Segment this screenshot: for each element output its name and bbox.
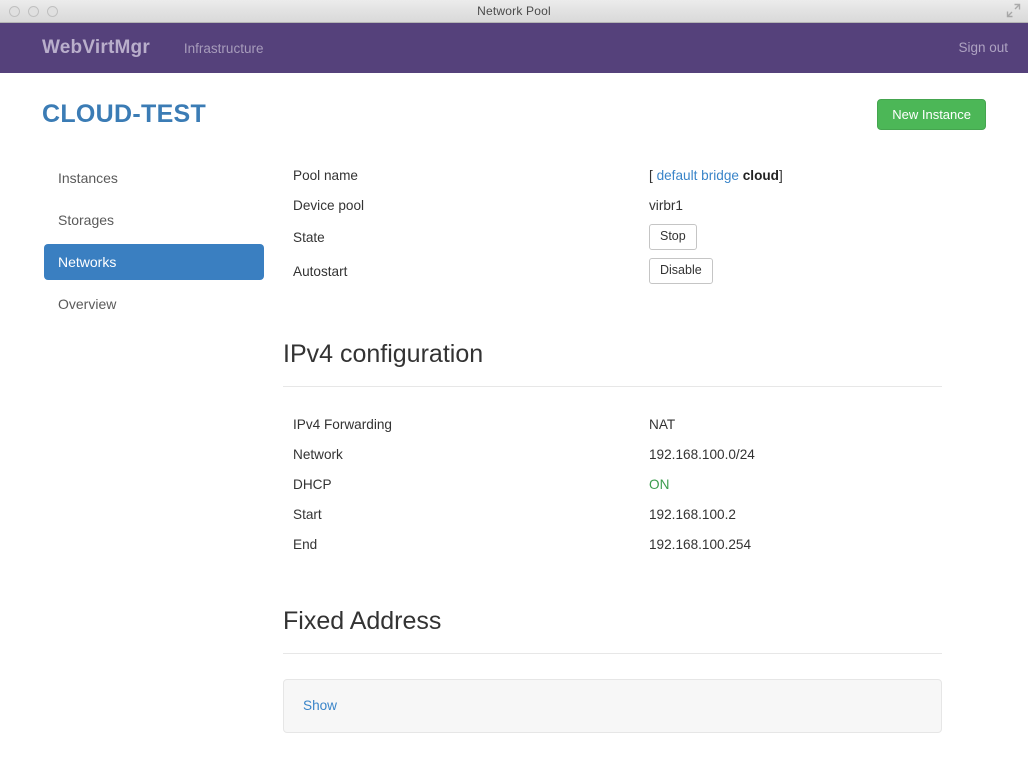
bracket-close: ]: [778, 167, 783, 183]
sidebar-nav: Instances Storages Networks Overview: [42, 160, 264, 733]
dhcp-value: ON: [649, 476, 670, 492]
page-title: CLOUD-TEST: [42, 100, 207, 128]
bracket-open: [: [649, 167, 653, 183]
row-ipv4-forwarding: IPv4 Forwarding NAT: [283, 409, 942, 439]
network-label: Network: [293, 446, 343, 462]
pool-name-value: [ default bridge cloud]: [649, 168, 783, 183]
autostart-label: Autostart: [293, 263, 348, 279]
sidebar-item-overview[interactable]: Overview: [44, 286, 264, 322]
stop-button[interactable]: Stop: [649, 224, 697, 250]
device-pool-label: Device pool: [293, 197, 365, 213]
default-bridge-link[interactable]: default bridge: [657, 168, 739, 183]
window-minimize-button[interactable]: [28, 5, 39, 17]
row-state: State Stop: [283, 220, 942, 254]
window-zoom-button[interactable]: [47, 5, 58, 17]
window-controls: [0, 5, 58, 17]
fixed-address-heading: Fixed Address: [283, 607, 442, 635]
navbar-right: Sign out: [958, 39, 1008, 57]
state-value: Stop: [649, 224, 697, 250]
sidebar-item-instances[interactable]: Instances: [44, 160, 264, 196]
sign-out-link[interactable]: Sign out: [958, 40, 1008, 55]
pool-name-cloud: cloud: [742, 167, 779, 183]
page-body: Instances Storages Networks Overview Poo…: [42, 160, 986, 733]
window-titlebar: Network Pool: [0, 0, 1028, 23]
top-navbar: WebVirtMgr Infrastructure Sign out: [0, 23, 1028, 73]
ipv4-forwarding-label: IPv4 Forwarding: [293, 416, 392, 432]
device-pool-value: virbr1: [649, 197, 683, 213]
nav-link-infrastructure[interactable]: Infrastructure: [182, 35, 266, 62]
disable-button[interactable]: Disable: [649, 258, 713, 284]
content-area: Pool name [ default bridge cloud] Device…: [264, 160, 986, 733]
pool-name-label: Pool name: [293, 167, 358, 183]
page-container: CLOUD-TEST New Instance Instances Storag…: [0, 73, 1028, 733]
navbar-links: Infrastructure: [182, 35, 959, 62]
ipv4-heading: IPv4 configuration: [283, 340, 484, 368]
fixed-address-divider: [283, 653, 942, 654]
window-title: Network Pool: [477, 4, 551, 18]
ipv4-divider: [283, 386, 942, 387]
start-value: 192.168.100.2: [649, 506, 736, 522]
ipv4-rows: IPv4 Forwarding NAT Network 192.168.100.…: [283, 409, 942, 559]
row-end: End 192.168.100.254: [283, 529, 942, 559]
ipv4-forwarding-value: NAT: [649, 416, 676, 432]
sidebar-item-networks[interactable]: Networks: [44, 244, 264, 280]
row-dhcp: DHCP ON: [283, 469, 942, 499]
row-pool-name: Pool name [ default bridge cloud]: [283, 160, 942, 190]
brand-logo[interactable]: WebVirtMgr: [42, 37, 150, 59]
start-label: Start: [293, 506, 322, 522]
window-close-button[interactable]: [9, 5, 20, 17]
fixed-address-panel: Show: [283, 679, 942, 733]
state-label: State: [293, 229, 325, 245]
new-instance-button[interactable]: New Instance: [877, 99, 986, 130]
row-autostart: Autostart Disable: [283, 254, 942, 288]
fixed-address-section: Fixed Address Show: [283, 607, 942, 733]
end-value: 192.168.100.254: [649, 536, 752, 552]
end-label: End: [293, 536, 318, 552]
dhcp-label: DHCP: [293, 476, 332, 492]
page-header: CLOUD-TEST New Instance: [42, 73, 986, 140]
pool-summary-rows: Pool name [ default bridge cloud] Device…: [283, 160, 942, 288]
autostart-value: Disable: [649, 258, 713, 284]
row-start: Start 192.168.100.2: [283, 499, 942, 529]
sidebar-item-storages[interactable]: Storages: [44, 202, 264, 238]
ipv4-section: IPv4 configuration IPv4 Forwarding NAT N…: [283, 340, 942, 559]
resize-icon[interactable]: [1006, 3, 1021, 18]
show-link[interactable]: Show: [303, 698, 337, 713]
network-value: 192.168.100.0/24: [649, 446, 755, 462]
row-network: Network 192.168.100.0/24: [283, 439, 942, 469]
row-device-pool: Device pool virbr1: [283, 190, 942, 220]
